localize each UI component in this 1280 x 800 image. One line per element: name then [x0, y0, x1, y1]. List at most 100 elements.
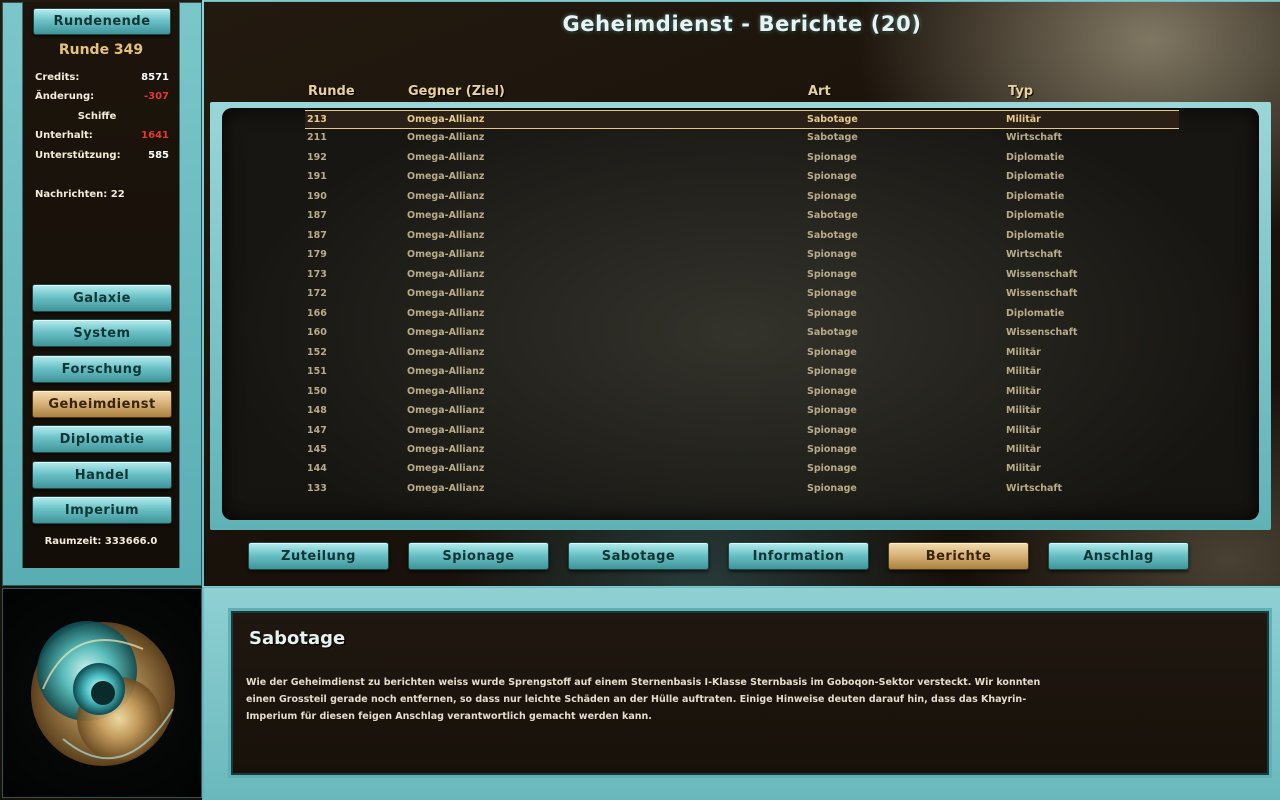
cell-kind: Sabotage — [807, 132, 858, 143]
cell-type: Diplomatie — [1006, 308, 1065, 319]
cell-round: 145 — [307, 444, 327, 455]
tab-berichte[interactable]: Berichte — [888, 542, 1029, 570]
cell-kind: Spionage — [807, 308, 857, 319]
cell-round: 213 — [307, 114, 327, 125]
cell-opponent: Omega-Allianz — [407, 366, 485, 377]
column-header-opponent[interactable]: Gegner (Ziel) — [408, 84, 505, 99]
table-row[interactable]: 144 Omega-Allianz Spionage Militär — [305, 460, 1179, 479]
stat-row: Unterhalt: 1641 — [35, 130, 169, 141]
spacetime-label: Raumzeit: 333666.0 — [44, 536, 158, 547]
tab-sabotage[interactable]: Sabotage — [568, 542, 709, 570]
cell-type: Militär — [1006, 366, 1041, 377]
nav-forschung-button[interactable]: Forschung — [32, 355, 172, 383]
report-text-line: Imperium für diesen feigen Anschlag vera… — [246, 711, 652, 722]
table-row[interactable]: 192 Omega-Allianz Spionage Diplomatie — [305, 149, 1179, 168]
column-header-type[interactable]: Typ — [1008, 84, 1033, 99]
nav-galaxie-button[interactable]: Galaxie — [32, 284, 172, 312]
cell-kind: Spionage — [807, 249, 857, 260]
cell-opponent: Omega-Allianz — [407, 288, 485, 299]
cell-kind: Spionage — [807, 366, 857, 377]
table-row[interactable]: 173 Omega-Allianz Spionage Wissenschaft — [305, 266, 1179, 285]
messages-label: Nachrichten: 22 — [35, 189, 125, 200]
cell-round: 192 — [307, 152, 327, 163]
stat-row: Schiffe — [30, 111, 164, 122]
cell-opponent: Omega-Allianz — [407, 191, 485, 202]
stat-label: Credits: — [35, 72, 80, 83]
cell-round: 160 — [307, 327, 327, 338]
table-row[interactable]: 148 Omega-Allianz Spionage Militär — [305, 402, 1179, 421]
tab-zuteilung[interactable]: Zuteilung — [248, 542, 389, 570]
game-screen: Rundenende Runde 349 Credits: 8571 Änderun… — [0, 0, 1280, 800]
cell-opponent: Omega-Allianz — [407, 308, 485, 319]
stat-row: Unterstützung: 585 — [35, 150, 169, 161]
cell-type: Diplomatie — [1006, 230, 1065, 241]
report-text: Wie der Geheimdienst zu berichten weiss … — [246, 674, 1076, 725]
stat-value: 1641 — [141, 130, 169, 141]
nav-diplomatie-button[interactable]: Diplomatie — [32, 425, 172, 453]
table-row[interactable]: 191 Omega-Allianz Spionage Diplomatie — [305, 168, 1179, 187]
cell-opponent: Omega-Allianz — [407, 405, 485, 416]
cell-opponent: Omega-Allianz — [407, 132, 485, 143]
table-row[interactable]: 147 Omega-Allianz Spionage Militär — [305, 422, 1179, 441]
page-title: Geheimdienst - Berichte (20) — [562, 12, 922, 36]
table-row[interactable]: 190 Omega-Allianz Spionage Diplomatie — [305, 188, 1179, 207]
column-header-round[interactable]: Runde — [308, 84, 355, 99]
cell-type: Militär — [1006, 463, 1041, 474]
cell-kind: Spionage — [807, 444, 857, 455]
top-frame — [202, 0, 1280, 2]
cell-kind: Sabotage — [807, 327, 858, 338]
column-header-kind[interactable]: Art — [808, 84, 831, 99]
cell-round: 187 — [307, 210, 327, 221]
cell-round: 191 — [307, 171, 327, 182]
cell-kind: Spionage — [807, 152, 857, 163]
cell-kind: Spionage — [807, 191, 857, 202]
cell-round: 166 — [307, 308, 327, 319]
cell-kind: Spionage — [807, 463, 857, 474]
cell-kind: Sabotage — [807, 114, 858, 125]
cell-kind: Spionage — [807, 288, 857, 299]
table-row[interactable]: 151 Omega-Allianz Spionage Militär — [305, 363, 1179, 382]
table-row[interactable]: 187 Omega-Allianz Sabotage Diplomatie — [305, 207, 1179, 226]
stat-row: Änderung: -307 — [35, 91, 169, 102]
table-row[interactable]: 166 Omega-Allianz Spionage Diplomatie — [305, 305, 1179, 324]
cell-kind: Spionage — [807, 483, 857, 494]
tab-anschlag[interactable]: Anschlag — [1048, 542, 1189, 570]
cell-opponent: Omega-Allianz — [407, 386, 485, 397]
cell-round: 211 — [307, 132, 327, 143]
table-row[interactable]: 179 Omega-Allianz Spionage Wirtschaft — [305, 246, 1179, 265]
spiral-shell-logo — [31, 621, 175, 766]
tab-spionage[interactable]: Spionage — [408, 542, 549, 570]
table-row[interactable]: 133 Omega-Allianz Spionage Wirtschaft — [305, 480, 1179, 499]
table-row[interactable]: 150 Omega-Allianz Spionage Militär — [305, 383, 1179, 402]
end-turn-button[interactable]: Rundenende — [33, 8, 171, 35]
logo-panel — [2, 588, 202, 798]
cell-opponent: Omega-Allianz — [407, 210, 485, 221]
cell-type: Diplomatie — [1006, 152, 1065, 163]
table-row[interactable]: 160 Omega-Allianz Sabotage Wissenschaft — [305, 324, 1179, 343]
report-title: Sabotage — [249, 628, 346, 649]
cell-kind: Spionage — [807, 386, 857, 397]
nav-handel-button[interactable]: Handel — [32, 461, 172, 489]
cell-round: 133 — [307, 483, 327, 494]
nav-imperium-button[interactable]: Imperium — [32, 496, 172, 524]
cell-type: Wissenschaft — [1006, 327, 1078, 338]
tab-information[interactable]: Information — [728, 542, 869, 570]
table-row[interactable]: 145 Omega-Allianz Spionage Militär — [305, 441, 1179, 460]
stat-row: Credits: 8571 — [35, 72, 169, 83]
table-row[interactable]: 213 Omega-Allianz Sabotage Militär — [305, 110, 1179, 129]
cell-round: 190 — [307, 191, 327, 202]
cell-type: Diplomatie — [1006, 171, 1065, 182]
table-row[interactable]: 172 Omega-Allianz Spionage Wissenschaft — [305, 285, 1179, 304]
cell-opponent: Omega-Allianz — [407, 463, 485, 474]
table-row[interactable]: 187 Omega-Allianz Sabotage Diplomatie — [305, 227, 1179, 246]
table-row[interactable]: 211 Omega-Allianz Sabotage Wirtschaft — [305, 129, 1179, 148]
nav-system-button[interactable]: System — [32, 319, 172, 347]
cell-round: 173 — [307, 269, 327, 280]
cell-round: 150 — [307, 386, 327, 397]
report-text-line: einen Grossteil gerade noch entfernen, s… — [246, 694, 1027, 705]
cell-type: Militär — [1006, 386, 1041, 397]
cell-opponent: Omega-Allianz — [407, 171, 485, 182]
table-row[interactable]: 152 Omega-Allianz Spionage Militär — [305, 344, 1179, 363]
cell-kind: Sabotage — [807, 210, 858, 221]
nav-geheimdienst-button[interactable]: Geheimdienst — [32, 390, 172, 418]
